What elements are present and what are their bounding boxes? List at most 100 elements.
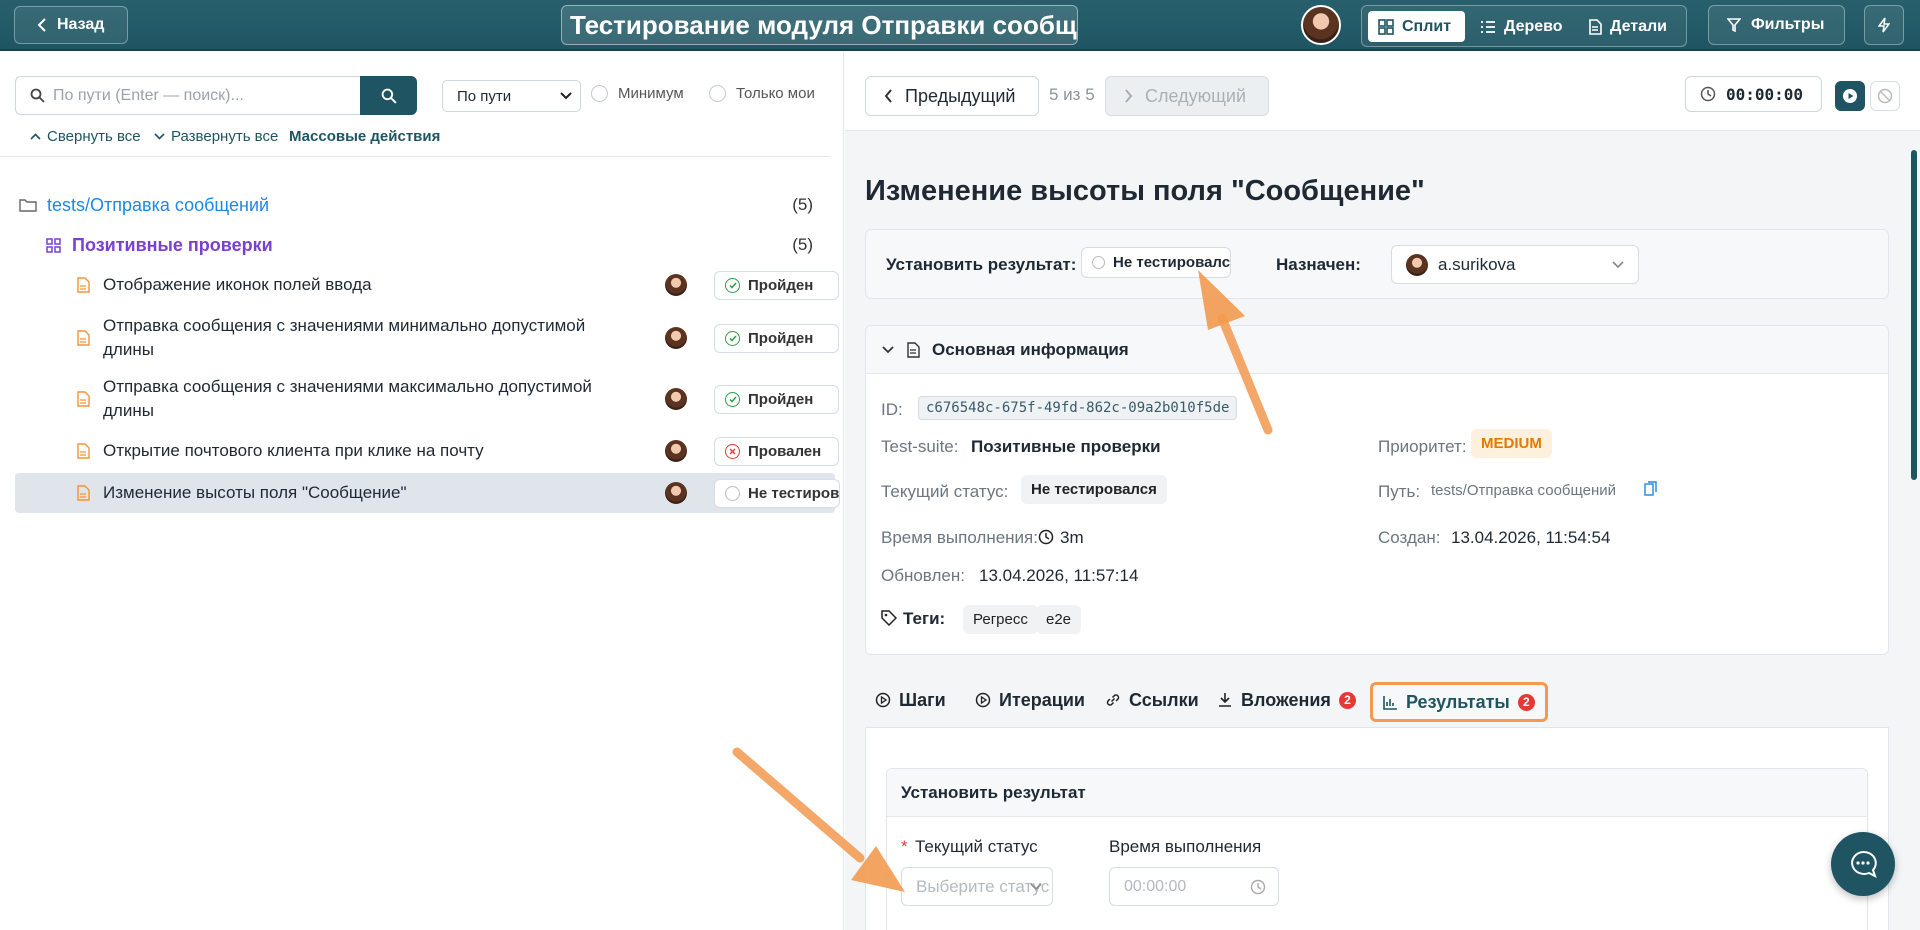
test-case-row[interactable]: Открытие почтового клиента при клике на … bbox=[15, 431, 839, 471]
user-avatar[interactable] bbox=[1301, 5, 1341, 45]
quick-action-button[interactable] bbox=[1864, 5, 1904, 45]
assignee-select[interactable]: a.surikova bbox=[1391, 245, 1639, 284]
assignee-avatar bbox=[1406, 253, 1428, 276]
clock-circle-icon bbox=[725, 485, 740, 501]
chevron-down-icon bbox=[1030, 882, 1042, 890]
tag-chip[interactable]: e2e bbox=[1036, 605, 1082, 634]
status-badge[interactable]: Провален bbox=[714, 436, 839, 466]
collapse-all-link[interactable]: Свернуть все bbox=[30, 128, 141, 145]
top-bar: Назад Тестирование модуля Отправки сообщ… bbox=[0, 0, 1920, 51]
status-label: Провален bbox=[748, 442, 822, 460]
bulk-actions-link[interactable]: Массовые действия bbox=[289, 128, 440, 145]
tab-iterations[interactable]: Итерации bbox=[965, 680, 1095, 720]
status-badge[interactable]: Пройден bbox=[714, 323, 839, 353]
play-circle-icon bbox=[975, 692, 991, 708]
results-count-badge: 2 bbox=[1517, 693, 1535, 711]
suite-count: (5) bbox=[792, 235, 813, 254]
tag-icon bbox=[881, 610, 897, 626]
main-info-header[interactable]: Основная информация bbox=[866, 326, 1888, 374]
tab-results[interactable]: Результаты 2 bbox=[1370, 682, 1548, 722]
test-case-title: Отправка сообщения с значениями максимал… bbox=[103, 377, 592, 420]
main-info-title: Основная информация bbox=[932, 339, 1129, 359]
test-case-row[interactable]: Отправка сообщения с значениями минималь… bbox=[15, 311, 839, 365]
test-case-row-selected[interactable]: Изменение высоты поля "Сообщение" Не тес… bbox=[15, 473, 840, 513]
test-case-row[interactable]: Отправка сообщения с значениями максимал… bbox=[15, 372, 839, 426]
view-split-button[interactable]: Сплит bbox=[1368, 11, 1465, 42]
expand-all-link[interactable]: Развернуть все bbox=[154, 128, 278, 145]
status-badge[interactable]: Пройден bbox=[714, 384, 839, 414]
stop-icon bbox=[1877, 88, 1893, 104]
copy-icon[interactable] bbox=[1644, 481, 1657, 496]
clock-icon bbox=[1038, 529, 1054, 545]
status-badge[interactable]: Не тестирован bbox=[714, 478, 840, 508]
grid-icon bbox=[46, 237, 61, 253]
tree-suite[interactable]: Позитивные проверки (5) bbox=[15, 231, 835, 259]
status-select[interactable]: Выберите статус bbox=[901, 867, 1053, 906]
set-result-bar: Установить результат: Не тестировался На… bbox=[865, 229, 1889, 299]
search-input[interactable]: По пути (Enter — поиск)... bbox=[15, 76, 361, 115]
created-value: 13.04.2026, 11:54:54 bbox=[1451, 528, 1611, 547]
tab-links[interactable]: Ссылки bbox=[1095, 680, 1209, 720]
priority-label: Приоритет: bbox=[1378, 437, 1467, 456]
chevron-right-icon bbox=[1125, 89, 1133, 103]
assignee-avatar bbox=[665, 482, 687, 504]
scrollbar[interactable] bbox=[1911, 150, 1917, 480]
back-label: Назад bbox=[57, 16, 105, 33]
file-icon bbox=[77, 443, 90, 459]
status-label: Пройден bbox=[748, 390, 814, 408]
assignee-name: a.surikova bbox=[1438, 254, 1516, 274]
view-details-button[interactable]: Детали bbox=[1588, 11, 1678, 42]
tags-label: Теги: bbox=[903, 609, 946, 628]
priority-badge: MEDIUM bbox=[1471, 429, 1552, 458]
view-split-label: Сплит bbox=[1402, 17, 1452, 35]
filters-button[interactable]: Фильтры bbox=[1708, 5, 1845, 45]
file-icon bbox=[77, 330, 90, 346]
tag-chip[interactable]: Регресс bbox=[963, 605, 1038, 634]
tab-attachments[interactable]: Вложения 2 bbox=[1207, 680, 1366, 720]
set-result-form-header: Установить результат bbox=[887, 769, 1867, 817]
chevron-down-icon bbox=[1612, 260, 1624, 268]
only-mine-label: Только мои bbox=[736, 85, 815, 102]
path-label: Путь: bbox=[1378, 482, 1421, 501]
status-label: Пройден bbox=[748, 276, 814, 294]
test-case-heading: Изменение высоты поля "Сообщение" bbox=[865, 175, 1425, 207]
chat-icon bbox=[1851, 850, 1877, 878]
chevron-left-icon bbox=[884, 89, 892, 103]
set-result-dropdown[interactable]: Не тестировался bbox=[1081, 247, 1231, 278]
minimum-checkbox[interactable]: Минимум bbox=[591, 85, 684, 102]
only-mine-checkbox[interactable]: Только мои bbox=[709, 85, 815, 102]
tab-results-label: Результаты bbox=[1406, 691, 1510, 712]
download-icon bbox=[1219, 693, 1231, 707]
previous-button[interactable]: Предыдущий bbox=[865, 76, 1039, 116]
view-tree-button[interactable]: Дерево bbox=[1480, 11, 1570, 42]
timer-play-button[interactable] bbox=[1835, 81, 1865, 111]
status-badge[interactable]: Пройден bbox=[714, 270, 839, 300]
bulk-actions-label: Массовые действия bbox=[289, 128, 441, 145]
sort-select[interactable]: По пути bbox=[442, 80, 581, 112]
expand-all-label: Развернуть все bbox=[171, 128, 279, 145]
chat-button[interactable] bbox=[1831, 832, 1895, 896]
tab-iterations-label: Итерации bbox=[999, 689, 1085, 710]
next-button[interactable]: Следующий bbox=[1105, 76, 1269, 116]
folder-name: tests/Отправка сообщений bbox=[47, 194, 270, 215]
suite-value: Позитивные проверки bbox=[971, 437, 1161, 456]
back-button[interactable]: Назад bbox=[14, 6, 128, 44]
assignee-avatar bbox=[665, 440, 687, 462]
suite-name: Позитивные проверки bbox=[72, 234, 273, 255]
search-placeholder: По пути (Enter — поиск)... bbox=[53, 86, 244, 104]
search-button[interactable] bbox=[360, 76, 417, 115]
file-icon bbox=[77, 277, 90, 293]
results-panel: Установить результат * Текущий статус Вы… bbox=[865, 727, 1889, 930]
timer-stop-button[interactable] bbox=[1870, 81, 1900, 111]
assigned-label: Назначен: bbox=[1276, 255, 1361, 274]
view-switcher: Сплит Дерево Детали bbox=[1361, 5, 1687, 47]
duration-input[interactable]: 00:00:00 bbox=[1109, 867, 1279, 906]
tree-folder[interactable]: tests/Отправка сообщений (5) bbox=[15, 191, 835, 219]
file-icon bbox=[77, 485, 90, 501]
test-case-row[interactable]: Отображение иконок полей ввода Пройден bbox=[15, 265, 839, 305]
duration-label: Время выполнения: bbox=[881, 528, 1038, 547]
created-label: Создан: bbox=[1378, 528, 1441, 547]
id-value[interactable]: c676548c-675f-49fd-862c-09a2b010f5de bbox=[918, 396, 1238, 420]
tab-steps[interactable]: Шаги bbox=[865, 680, 956, 720]
page-title[interactable]: Тестирование модуля Отправки сообще... bbox=[561, 5, 1078, 45]
